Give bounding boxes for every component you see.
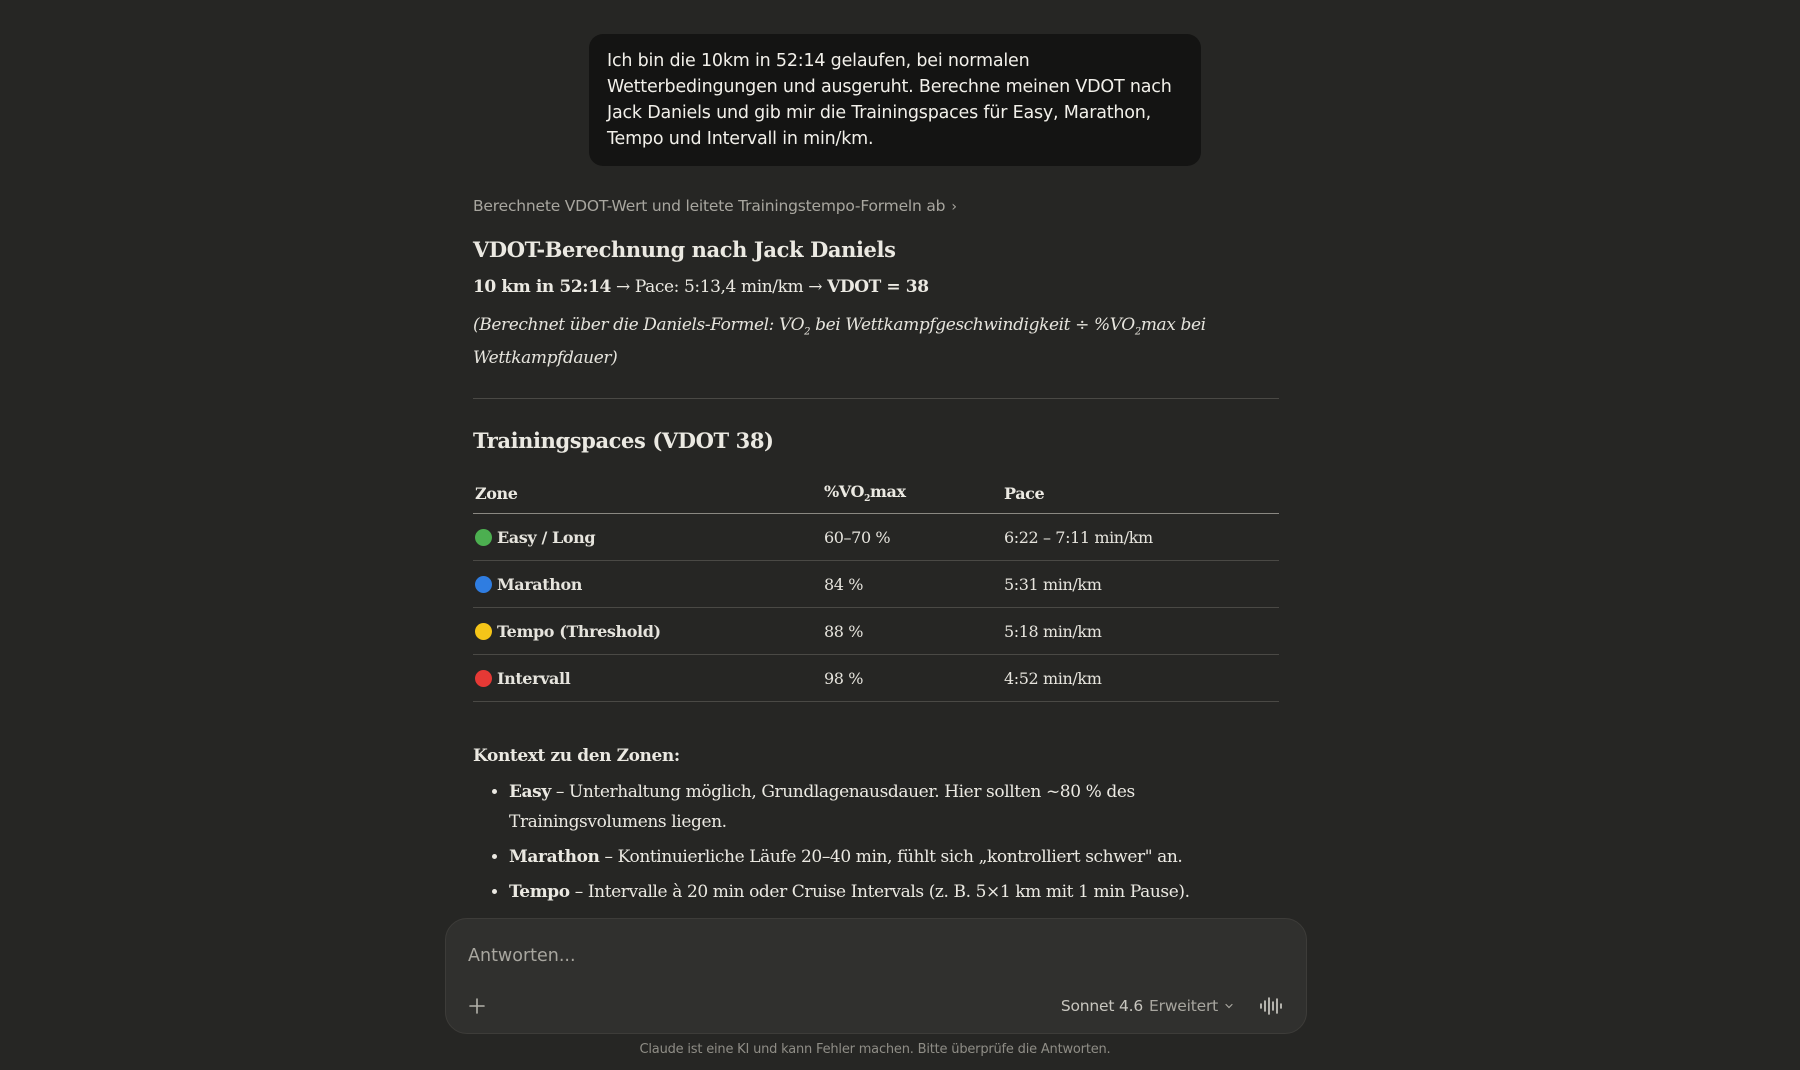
list-item: Marathon – Kontinuierliche Läufe 20–40 m… — [509, 842, 1279, 872]
assistant-response: Berechnete VDOT-Wert und leitete Trainin… — [473, 192, 1279, 912]
table-row: Intervall 98 % 4:52 min/km — [473, 654, 1279, 703]
table-header-row: Zone %VO2max Pace — [473, 473, 1279, 515]
pace-cell: 5:31 min/km — [1002, 560, 1279, 609]
vo2max-cell: 84 % — [822, 560, 1002, 609]
thinking-summary-toggle[interactable]: Berechnete VDOT-Wert und leitete Trainin… — [473, 192, 1279, 220]
table-row: Marathon 84 % 5:31 min/km — [473, 560, 1279, 609]
zone-label: Intervall — [497, 668, 571, 688]
thinking-summary-label: Berechnete VDOT-Wert und leitete Trainin… — [473, 197, 946, 215]
zone-cell: Easy / Long — [473, 513, 822, 562]
vo2max-cell: 98 % — [822, 654, 1002, 703]
chevron-down-icon — [1224, 1001, 1234, 1011]
header-zone: Zone — [473, 473, 822, 515]
context-heading: Kontext zu den Zonen: — [473, 746, 680, 767]
context-term: Easy — [509, 782, 551, 803]
list-item: Tempo – Intervalle à 20 min oder Cruise … — [509, 877, 1279, 907]
pace-cell: 5:18 min/km — [1002, 607, 1279, 656]
context-text: – Intervalle à 20 min oder Cruise Interv… — [569, 882, 1190, 903]
formula-text: (Berechnet über die Daniels-Formel: VO — [473, 315, 805, 335]
model-selector[interactable]: Sonnet 4.6 Erweitert — [1061, 993, 1234, 1019]
context-term: Tempo — [509, 882, 570, 903]
training-paces-heading: Trainingspaces (VDOT 38) — [473, 428, 774, 454]
zone-color-dot-icon — [475, 528, 492, 546]
zone-label: Tempo (Threshold) — [497, 621, 661, 641]
voice-waveform-icon — [1260, 997, 1282, 1015]
vo2max-cell: 88 % — [822, 607, 1002, 656]
pace-cell: 4:52 min/km — [1002, 654, 1279, 703]
zone-label: Easy / Long — [497, 527, 596, 547]
formula-text: bei Wettkampfgeschwindigkeit ÷ %VO — [810, 315, 1135, 335]
training-paces-table: Zone %VO2max Pace Easy / Long 60–70 % 6:22… — [473, 473, 1279, 703]
table-row: Easy / Long 60–70 % 6:22 – 7:11 min/km — [473, 513, 1279, 562]
header-vo2max: %VO2max — [822, 473, 1002, 515]
arrow-icon: → — [611, 277, 635, 297]
vdot-value: VDOT = 38 — [827, 277, 929, 297]
context-text: – Unterhaltung möglich, Grundlagenausdau… — [509, 782, 1135, 833]
header-pace: Pace — [1002, 473, 1279, 515]
disclaimer: Claude ist eine KI und kann Fehler mache… — [639, 1042, 1111, 1057]
voice-mode-button[interactable] — [1256, 991, 1286, 1021]
zone-color-dot-icon — [475, 575, 492, 593]
model-mode: Erweitert — [1149, 997, 1218, 1015]
zone-cell: Intervall — [473, 654, 822, 703]
composer: Sonnet 4.6 Erweitert — [445, 918, 1307, 1034]
reply-input[interactable] — [468, 943, 1168, 969]
context-list: Easy – Unterhaltung möglich, Grundlagena… — [473, 777, 1279, 907]
vo2max-cell: 60–70 % — [822, 513, 1002, 562]
race-result: 10 km in 52:14 — [473, 277, 611, 297]
context-text: – Kontinuierliche Läufe 20–40 min, fühlt… — [599, 847, 1183, 868]
table-row: Tempo (Threshold) 88 % 5:18 min/km — [473, 607, 1279, 656]
context-term: Marathon — [509, 847, 600, 868]
header-vo2-text: max — [869, 482, 906, 502]
vdot-result-line: 10 km in 52:14 → Pace: 5:13,4 min/km → V… — [473, 274, 1279, 300]
chevron-right-icon: › — [951, 199, 957, 215]
list-item: Easy – Unterhaltung möglich, Grundlagena… — [509, 777, 1279, 837]
zone-label: Marathon — [497, 574, 583, 594]
model-name: Sonnet 4.6 — [1060, 997, 1144, 1015]
zone-cell: Marathon — [473, 560, 822, 609]
zone-color-dot-icon — [475, 669, 492, 687]
add-attachment-button[interactable] — [462, 991, 492, 1021]
chat-page: Ich bin die 10km in 52:14 gelaufen, bei … — [0, 0, 1800, 1070]
divider — [473, 398, 1279, 400]
pace-cell: 6:22 – 7:11 min/km — [1002, 513, 1279, 562]
plus-icon — [469, 998, 485, 1014]
race-pace: Pace: 5:13,4 min/km — [634, 277, 804, 297]
user-message: Ich bin die 10km in 52:14 gelaufen, bei … — [589, 34, 1201, 166]
zone-color-dot-icon — [475, 622, 492, 640]
header-vo2-text: %VO — [824, 482, 865, 502]
formula-note: (Berechnet über die Daniels-Formel: VO2 … — [473, 312, 1279, 372]
vdot-heading: VDOT-Berechnung nach Jack Daniels — [473, 237, 896, 262]
zone-cell: Tempo (Threshold) — [473, 607, 822, 656]
arrow-icon: → — [803, 277, 828, 297]
